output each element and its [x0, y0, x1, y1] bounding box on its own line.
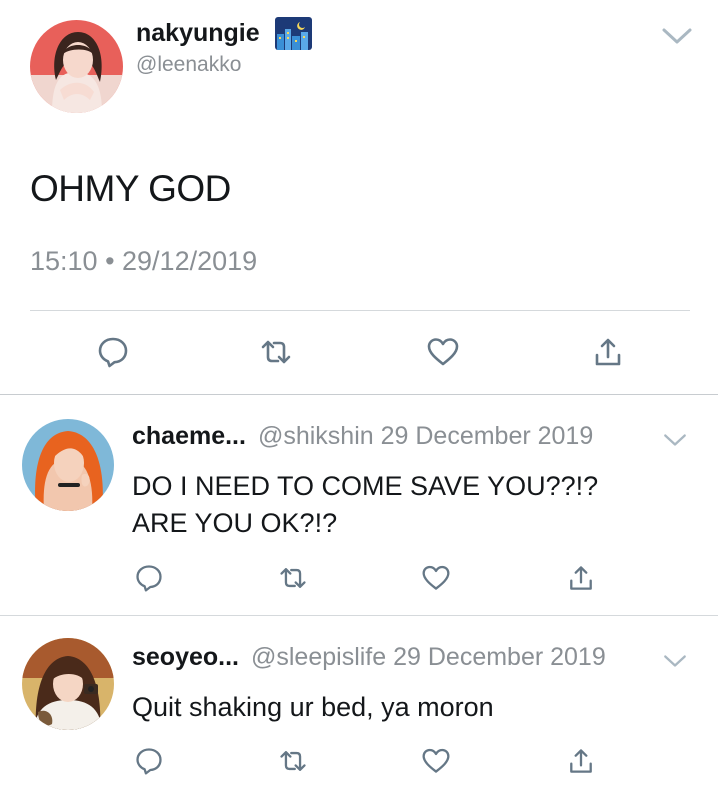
avatar[interactable]: [22, 419, 114, 511]
timestamp[interactable]: 15:10 • 29/12/2019: [30, 246, 257, 277]
reply-text: Quit shaking ur bed, ya moron: [132, 689, 702, 726]
share-icon[interactable]: [566, 563, 596, 593]
chevron-down-icon[interactable]: [662, 652, 688, 670]
retweet-icon[interactable]: [278, 563, 308, 593]
handle[interactable]: @sleepislife: [251, 643, 386, 671]
reply-header: chaeme... @shikshin 29 December 2019: [132, 422, 593, 451]
reply-text-line: ARE YOU OK?!?: [132, 508, 338, 538]
display-name[interactable]: seoyeo...: [132, 643, 239, 671]
handle[interactable]: @leenakko: [136, 53, 241, 77]
share-icon[interactable]: [566, 746, 596, 776]
share-icon[interactable]: [591, 335, 625, 369]
tweet-text: OHMY GOD: [30, 168, 231, 209]
reply-icon[interactable]: [96, 335, 130, 369]
like-icon[interactable]: [421, 746, 451, 776]
display-name[interactable]: chaeme...: [132, 422, 246, 450]
date[interactable]: 29 December 2019: [381, 422, 594, 450]
like-icon[interactable]: [426, 335, 460, 369]
reply-tweet: seoyeo... @sleepislife 29 December 2019 Q…: [0, 616, 718, 800]
main-tweet: nakyungie @leenakko OHMY GOD 15:10 • 29/…: [0, 0, 718, 395]
divider: [30, 310, 690, 311]
date[interactable]: 29 December 2019: [393, 643, 606, 671]
reply-header: seoyeo... @sleepislife 29 December 2019: [132, 643, 606, 672]
avatar[interactable]: [22, 638, 114, 730]
chevron-down-icon[interactable]: [662, 431, 688, 449]
reply-text-line: DO I NEED TO COME SAVE YOU??!?: [132, 471, 599, 501]
retweet-icon[interactable]: [259, 335, 293, 369]
handle[interactable]: @shikshin: [258, 422, 374, 450]
display-name[interactable]: nakyungie: [136, 19, 260, 48]
retweet-icon[interactable]: [278, 746, 308, 776]
like-icon[interactable]: [421, 563, 451, 593]
reply-text: DO I NEED TO COME SAVE YOU??!? ARE YOU O…: [132, 468, 702, 542]
chevron-down-icon[interactable]: [660, 24, 694, 48]
reply-icon[interactable]: [134, 746, 164, 776]
night-city-emoji-icon: [275, 17, 312, 50]
reply-text-line: Quit shaking ur bed, ya moron: [132, 692, 494, 722]
reply-tweet: chaeme... @shikshin 29 December 2019 DO I…: [0, 395, 718, 616]
avatar[interactable]: [30, 20, 123, 113]
reply-icon[interactable]: [134, 563, 164, 593]
